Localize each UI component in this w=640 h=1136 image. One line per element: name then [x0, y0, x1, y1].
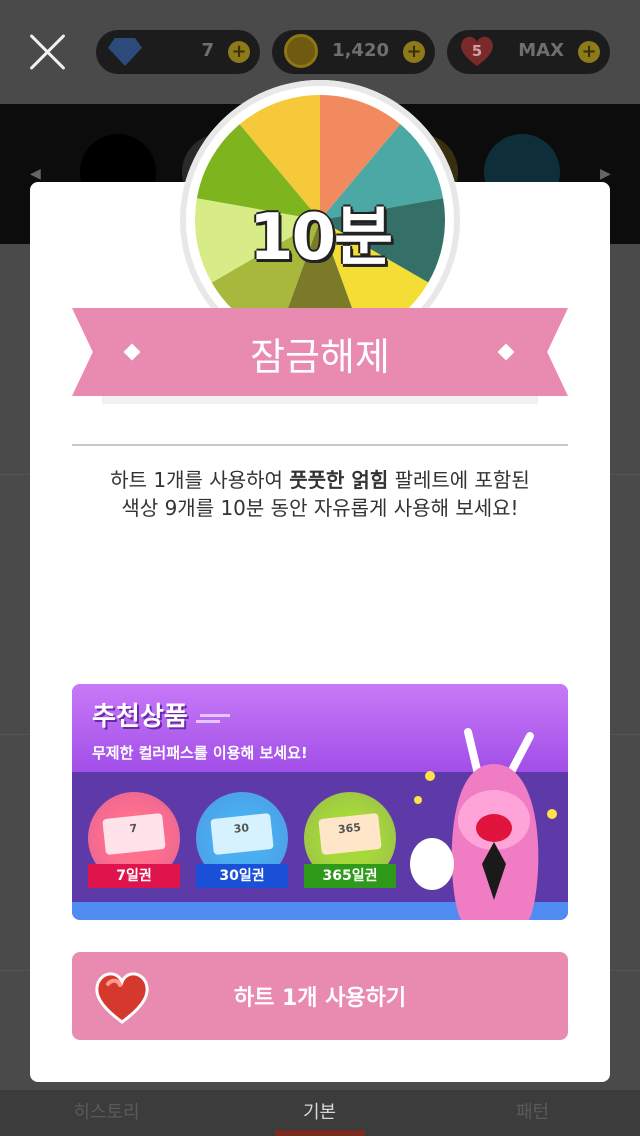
coin-count: 1,420: [332, 40, 389, 61]
use-heart-button[interactable]: 하트 1개 사용하기: [72, 952, 568, 1040]
pass-label: 30일권: [196, 864, 288, 888]
gem-counter[interactable]: 7 +: [96, 30, 260, 74]
timer-label: 10분: [249, 201, 393, 275]
description-text: 색상 9개를 10분 동안 자유롭게 사용해 보세요!: [121, 496, 519, 520]
gem-icon: [108, 34, 144, 70]
description-text: 팔레트에 포함된: [388, 468, 530, 492]
divider: [72, 444, 568, 446]
unlock-ribbon: 잠금해제: [72, 308, 568, 404]
mascot-image: [410, 728, 557, 920]
recommended-banner[interactable]: 추천상품 무제한 컬러패스를 이용해 보세요! 7 7일권 30 30일권 36…: [72, 684, 568, 920]
chevron-left-icon[interactable]: ◀: [30, 166, 41, 182]
pass-label: 365일권: [304, 864, 396, 888]
coin-counter[interactable]: 1,420 +: [272, 30, 435, 74]
heart-status: MAX: [518, 40, 564, 61]
use-heart-label: 하트 1개 사용하기: [233, 986, 407, 1011]
coin-icon: [284, 34, 320, 70]
tab-indicator: [275, 1130, 365, 1136]
palette-name: 풋풋한 얽힘: [289, 468, 389, 492]
add-coin-icon[interactable]: +: [403, 41, 425, 63]
promo-title: 추천상품: [92, 702, 188, 732]
heart-counter[interactable]: 5 MAX +: [447, 30, 610, 74]
heart-icon: 5: [459, 34, 495, 70]
chevron-right-icon[interactable]: ▶: [600, 166, 611, 182]
add-heart-icon[interactable]: +: [578, 41, 600, 63]
description: 하트 1개를 사용하여 풋풋한 얽힘 팔레트에 포함된 색상 9개를 10분 동…: [40, 466, 600, 522]
pass-number: 30: [233, 821, 250, 836]
pass-label: 7일권: [88, 864, 180, 888]
pass-number: 365: [337, 820, 362, 837]
tab-history[interactable]: 히스토리: [0, 1098, 213, 1124]
gem-count: 7: [201, 40, 214, 61]
pass-number: 7: [128, 821, 138, 836]
tab-basic[interactable]: 기본: [213, 1098, 426, 1124]
heart-count: 5: [471, 42, 483, 60]
close-icon[interactable]: [26, 30, 70, 74]
tab-pattern[interactable]: 패턴: [426, 1098, 639, 1124]
promo-subtitle: 무제한 컬러패스를 이용해 보세요!: [92, 744, 308, 762]
ribbon-title: 잠금해제: [250, 335, 390, 379]
description-text: 하트 1개를 사용하여: [110, 468, 290, 492]
add-gem-icon[interactable]: +: [228, 41, 250, 63]
